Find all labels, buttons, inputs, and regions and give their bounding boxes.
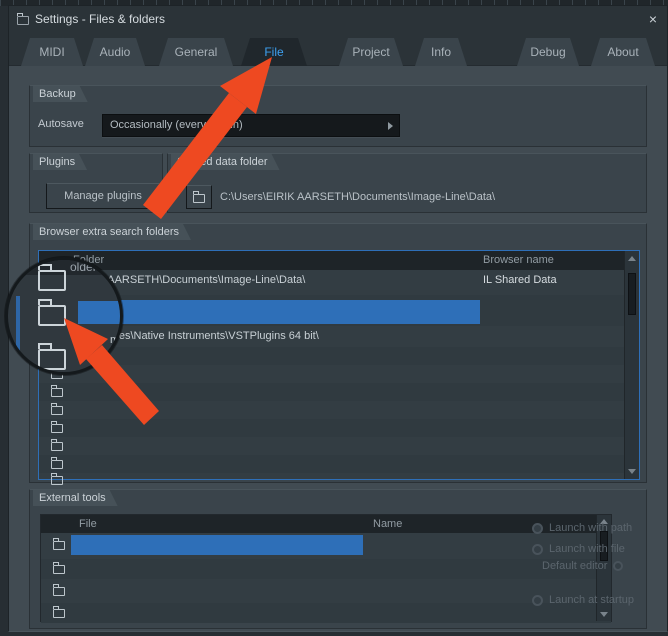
tab-general[interactable]: General bbox=[159, 38, 233, 66]
browser-folders-section-label: Browser extra search folders bbox=[33, 224, 191, 240]
dialog-title: Settings - Files & folders bbox=[35, 12, 165, 26]
autosave-dropdown[interactable]: Occasionally (every 10min) bbox=[102, 114, 400, 137]
list-item[interactable] bbox=[39, 437, 639, 455]
scroll-thumb[interactable] bbox=[628, 273, 636, 315]
list-item[interactable] bbox=[41, 603, 611, 623]
shared-data-path: C:\Users\EIRIK AARSETH\Documents\Image-L… bbox=[220, 191, 495, 203]
radio-icon bbox=[532, 523, 543, 534]
magnified-text: m Fil bbox=[110, 334, 122, 358]
folder-icon bbox=[51, 476, 63, 485]
browser-folders-section: Browser extra search folders Folder Brow… bbox=[29, 223, 647, 483]
radio-launch-with-path[interactable]: Launch with path bbox=[532, 522, 632, 534]
magnified-folder-icon bbox=[38, 305, 66, 326]
radio-icon bbox=[532, 595, 543, 606]
manage-plugins-button[interactable]: Manage plugins bbox=[46, 183, 160, 209]
browse-shared-folder-button[interactable] bbox=[186, 185, 212, 209]
shared-data-section: Shared data folder C:\Users\EIRIK AARSET… bbox=[167, 153, 647, 213]
list-item[interactable] bbox=[41, 559, 611, 579]
selection-highlight bbox=[71, 535, 363, 555]
list-item[interactable] bbox=[39, 419, 639, 437]
folder-icon bbox=[51, 460, 63, 469]
radio-icon bbox=[613, 561, 623, 571]
tab-audio[interactable]: Audio bbox=[85, 38, 145, 66]
list-item[interactable]: \EIRIK AARSETH\Documents\Image-Line\Data… bbox=[39, 270, 639, 291]
folder-icon bbox=[51, 424, 63, 433]
list-item[interactable] bbox=[39, 455, 639, 473]
magnified-text: older bbox=[70, 260, 97, 274]
magnified-list-border bbox=[16, 296, 20, 375]
radio-launch-with-file[interactable]: Launch with file bbox=[532, 543, 625, 555]
list-item[interactable]: m Files\Native Instruments\VSTPlugins 64… bbox=[39, 326, 639, 347]
tab-debug[interactable]: Debug bbox=[517, 38, 579, 66]
browser-folders-list[interactable]: Folder Browser name \EIRIK AARSETH\Docum… bbox=[38, 250, 640, 480]
radio-launch-at-startup[interactable]: Launch at startup bbox=[532, 594, 634, 606]
list-item[interactable] bbox=[39, 383, 639, 401]
external-list-header: File Name bbox=[41, 515, 611, 533]
radio-label: Launch at startup bbox=[549, 594, 634, 606]
plugins-section: Plugins Manage plugins bbox=[29, 153, 163, 213]
row-path: m Files\Native Instruments\VSTPlugins 64… bbox=[95, 330, 319, 342]
radio-default-editor[interactable]: Default editor bbox=[542, 560, 623, 572]
list-item-selected[interactable] bbox=[39, 295, 639, 326]
row-browser-name: IL Shared Data bbox=[483, 274, 557, 286]
folder-icon bbox=[51, 406, 63, 415]
tab-info[interactable]: Info bbox=[415, 38, 467, 66]
folder-icon bbox=[17, 16, 29, 25]
tab-midi[interactable]: MIDI bbox=[21, 38, 83, 66]
list-item-selected[interactable] bbox=[41, 533, 611, 557]
magnified-folder-icon bbox=[38, 270, 66, 291]
external-tools-list[interactable]: File Name bbox=[40, 514, 612, 622]
column-file: File bbox=[79, 518, 97, 530]
list-item[interactable] bbox=[39, 347, 639, 365]
backup-section-label: Backup bbox=[33, 86, 88, 102]
list-item[interactable] bbox=[39, 365, 639, 383]
folder-icon bbox=[51, 442, 63, 451]
magnified-selection bbox=[78, 301, 123, 324]
backup-section: Backup Autosave Occasionally (every 10mi… bbox=[29, 85, 647, 147]
titlebar[interactable]: Settings - Files & folders × bbox=[9, 6, 667, 33]
plugins-section-label: Plugins bbox=[33, 154, 87, 170]
folder-icon bbox=[53, 609, 65, 618]
scroll-up-icon[interactable] bbox=[628, 256, 636, 261]
autosave-label: Autosave bbox=[38, 118, 84, 130]
magnified-folder-icon bbox=[38, 349, 66, 370]
dropdown-arrow-icon bbox=[388, 122, 393, 130]
shared-data-section-label: Shared data folder bbox=[171, 154, 280, 170]
browser-list-header: Folder Browser name bbox=[39, 251, 639, 270]
tab-about[interactable]: About bbox=[591, 38, 655, 66]
selection-highlight bbox=[71, 300, 480, 324]
list-item[interactable] bbox=[41, 581, 611, 601]
radio-label: Launch with file bbox=[549, 543, 625, 555]
autosave-value: Occasionally (every 10min) bbox=[110, 119, 243, 131]
column-name: Name bbox=[373, 518, 402, 530]
screenshot-root: Settings - Files & folders × MIDI Audio … bbox=[0, 0, 668, 636]
radio-icon bbox=[532, 544, 543, 555]
radio-label: Launch with path bbox=[549, 522, 632, 534]
external-tools-section: External tools File Name bbox=[29, 489, 647, 629]
close-icon[interactable]: × bbox=[649, 11, 657, 27]
folder-icon bbox=[193, 194, 205, 203]
tab-project[interactable]: Project bbox=[339, 38, 403, 66]
tab-bar: MIDI Audio General File Project Info Deb… bbox=[9, 33, 667, 66]
folder-icon bbox=[53, 565, 65, 574]
folder-icon bbox=[53, 541, 65, 550]
external-tools-section-label: External tools bbox=[33, 490, 118, 506]
radio-label: Default editor bbox=[542, 560, 607, 572]
list-item[interactable] bbox=[39, 473, 639, 481]
scroll-down-icon[interactable] bbox=[628, 469, 636, 474]
column-browser-name: Browser name bbox=[483, 254, 554, 266]
browser-list-scrollbar[interactable] bbox=[624, 251, 639, 479]
list-item[interactable] bbox=[39, 401, 639, 419]
folder-icon bbox=[53, 587, 65, 596]
scroll-down-icon[interactable] bbox=[600, 612, 608, 617]
folder-icon bbox=[51, 388, 63, 397]
magnifier-circle: older \EIRIK m Fil bbox=[5, 257, 123, 375]
tab-file[interactable]: File bbox=[241, 38, 307, 66]
